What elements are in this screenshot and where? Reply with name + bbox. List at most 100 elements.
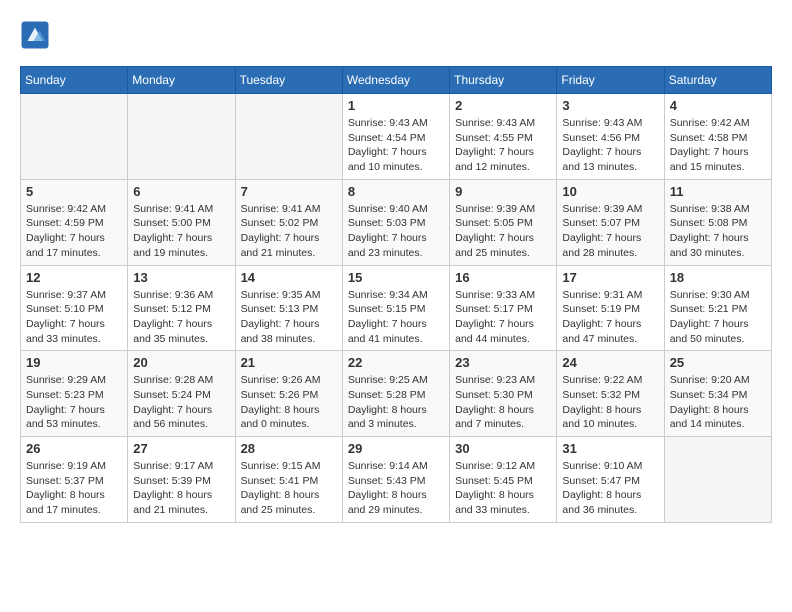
calendar-cell xyxy=(664,437,771,523)
day-info: Sunrise: 9:30 AM Sunset: 5:21 PM Dayligh… xyxy=(670,288,766,347)
calendar-cell: 21 Sunrise: 9:26 AM Sunset: 5:26 PM Dayli… xyxy=(235,351,342,437)
day-info: Sunrise: 9:20 AM Sunset: 5:34 PM Dayligh… xyxy=(670,373,766,432)
day-info: Sunrise: 9:41 AM Sunset: 5:00 PM Dayligh… xyxy=(133,202,229,261)
day-info: Sunrise: 9:43 AM Sunset: 4:54 PM Dayligh… xyxy=(348,116,444,175)
calendar-cell xyxy=(21,94,128,180)
calendar-week-row: 5 Sunrise: 9:42 AM Sunset: 4:59 PM Daylig… xyxy=(21,179,772,265)
calendar-cell: 5 Sunrise: 9:42 AM Sunset: 4:59 PM Daylig… xyxy=(21,179,128,265)
day-info: Sunrise: 9:34 AM Sunset: 5:15 PM Dayligh… xyxy=(348,288,444,347)
calendar-cell: 24 Sunrise: 9:22 AM Sunset: 5:32 PM Dayli… xyxy=(557,351,664,437)
day-info: Sunrise: 9:33 AM Sunset: 5:17 PM Dayligh… xyxy=(455,288,551,347)
calendar-cell: 15 Sunrise: 9:34 AM Sunset: 5:15 PM Dayli… xyxy=(342,265,449,351)
calendar-cell: 6Sunrise: 9:41 AM Sunset: 5:00 PM Daylig… xyxy=(128,179,235,265)
day-number: 11 xyxy=(670,184,766,199)
weekday-header-wednesday: Wednesday xyxy=(342,67,449,94)
day-info: Sunrise: 9:42 AM Sunset: 4:58 PM Dayligh… xyxy=(670,116,766,175)
day-info: Sunrise: 9:22 AM Sunset: 5:32 PM Dayligh… xyxy=(562,373,658,432)
day-info: Sunrise: 9:38 AM Sunset: 5:08 PM Dayligh… xyxy=(670,202,766,261)
weekday-header-thursday: Thursday xyxy=(450,67,557,94)
weekday-header-tuesday: Tuesday xyxy=(235,67,342,94)
calendar-cell: 17 Sunrise: 9:31 AM Sunset: 5:19 PM Dayli… xyxy=(557,265,664,351)
day-info: Sunrise: 9:23 AM Sunset: 5:30 PM Dayligh… xyxy=(455,373,551,432)
day-number: 5 xyxy=(26,184,122,199)
calendar-body: 1Sunrise: 9:43 AM Sunset: 4:54 PM Daylig… xyxy=(21,94,772,523)
day-number: 27 xyxy=(133,441,229,456)
day-number: 24 xyxy=(562,355,658,370)
day-number: 19 xyxy=(26,355,122,370)
day-number: 31 xyxy=(562,441,658,456)
weekday-header-saturday: Saturday xyxy=(664,67,771,94)
calendar-cell: 29 Sunrise: 9:14 AM Sunset: 5:43 PM Dayli… xyxy=(342,437,449,523)
day-number: 4 xyxy=(670,98,766,113)
day-number: 9 xyxy=(455,184,551,199)
day-info: Sunrise: 9:14 AM Sunset: 5:43 PM Dayligh… xyxy=(348,459,444,518)
day-info: Sunrise: 9:19 AM Sunset: 5:37 PM Dayligh… xyxy=(26,459,122,518)
day-info: Sunrise: 9:26 AM Sunset: 5:26 PM Dayligh… xyxy=(241,373,337,432)
weekday-header-row: SundayMondayTuesdayWednesdayThursdayFrid… xyxy=(21,67,772,94)
day-info: Sunrise: 9:41 AM Sunset: 5:02 PM Dayligh… xyxy=(241,202,337,261)
day-number: 26 xyxy=(26,441,122,456)
day-number: 28 xyxy=(241,441,337,456)
calendar-cell: 19Sunrise: 9:29 AM Sunset: 5:23 PM Dayli… xyxy=(21,351,128,437)
calendar-cell: 9Sunrise: 9:39 AM Sunset: 5:05 PM Daylig… xyxy=(450,179,557,265)
calendar-week-row: 1Sunrise: 9:43 AM Sunset: 4:54 PM Daylig… xyxy=(21,94,772,180)
calendar-cell: 10 Sunrise: 9:39 AM Sunset: 5:07 PM Dayli… xyxy=(557,179,664,265)
day-number: 3 xyxy=(562,98,658,113)
calendar-cell: 1Sunrise: 9:43 AM Sunset: 4:54 PM Daylig… xyxy=(342,94,449,180)
calendar-cell: 31Sunrise: 9:10 AM Sunset: 5:47 PM Dayli… xyxy=(557,437,664,523)
day-info: Sunrise: 9:42 AM Sunset: 4:59 PM Dayligh… xyxy=(26,202,122,261)
calendar-cell xyxy=(128,94,235,180)
day-info: Sunrise: 9:37 AM Sunset: 5:10 PM Dayligh… xyxy=(26,288,122,347)
day-number: 20 xyxy=(133,355,229,370)
calendar-cell: 12 Sunrise: 9:37 AM Sunset: 5:10 PM Dayli… xyxy=(21,265,128,351)
day-number: 2 xyxy=(455,98,551,113)
day-info: Sunrise: 9:43 AM Sunset: 4:56 PM Dayligh… xyxy=(562,116,658,175)
weekday-header-sunday: Sunday xyxy=(21,67,128,94)
day-number: 8 xyxy=(348,184,444,199)
day-info: Sunrise: 9:17 AM Sunset: 5:39 PM Dayligh… xyxy=(133,459,229,518)
calendar-cell: 3 Sunrise: 9:43 AM Sunset: 4:56 PM Daylig… xyxy=(557,94,664,180)
day-number: 30 xyxy=(455,441,551,456)
calendar-week-row: 12 Sunrise: 9:37 AM Sunset: 5:10 PM Dayli… xyxy=(21,265,772,351)
page-header xyxy=(20,20,772,50)
logo-icon xyxy=(20,20,50,50)
calendar-cell xyxy=(235,94,342,180)
day-info: Sunrise: 9:15 AM Sunset: 5:41 PM Dayligh… xyxy=(241,459,337,518)
day-info: Sunrise: 9:43 AM Sunset: 4:55 PM Dayligh… xyxy=(455,116,551,175)
day-number: 17 xyxy=(562,270,658,285)
day-info: Sunrise: 9:31 AM Sunset: 5:19 PM Dayligh… xyxy=(562,288,658,347)
day-info: Sunrise: 9:35 AM Sunset: 5:13 PM Dayligh… xyxy=(241,288,337,347)
calendar-cell: 30 Sunrise: 9:12 AM Sunset: 5:45 PM Dayli… xyxy=(450,437,557,523)
calendar-header: SundayMondayTuesdayWednesdayThursdayFrid… xyxy=(21,67,772,94)
calendar-cell: 25 Sunrise: 9:20 AM Sunset: 5:34 PM Dayli… xyxy=(664,351,771,437)
calendar-cell: 23 Sunrise: 9:23 AM Sunset: 5:30 PM Dayli… xyxy=(450,351,557,437)
day-number: 29 xyxy=(348,441,444,456)
calendar-cell: 4 Sunrise: 9:42 AM Sunset: 4:58 PM Daylig… xyxy=(664,94,771,180)
day-number: 16 xyxy=(455,270,551,285)
day-info: Sunrise: 9:12 AM Sunset: 5:45 PM Dayligh… xyxy=(455,459,551,518)
calendar-cell: 27 Sunrise: 9:17 AM Sunset: 5:39 PM Dayli… xyxy=(128,437,235,523)
calendar-cell: 22 Sunrise: 9:25 AM Sunset: 5:28 PM Dayli… xyxy=(342,351,449,437)
calendar-week-row: 26 Sunrise: 9:19 AM Sunset: 5:37 PM Dayli… xyxy=(21,437,772,523)
day-number: 22 xyxy=(348,355,444,370)
day-info: Sunrise: 9:28 AM Sunset: 5:24 PM Dayligh… xyxy=(133,373,229,432)
day-info: Sunrise: 9:39 AM Sunset: 5:07 PM Dayligh… xyxy=(562,202,658,261)
weekday-header-friday: Friday xyxy=(557,67,664,94)
calendar-cell: 13Sunrise: 9:36 AM Sunset: 5:12 PM Dayli… xyxy=(128,265,235,351)
calendar-cell: 18 Sunrise: 9:30 AM Sunset: 5:21 PM Dayli… xyxy=(664,265,771,351)
calendar-cell: 26 Sunrise: 9:19 AM Sunset: 5:37 PM Dayli… xyxy=(21,437,128,523)
day-number: 18 xyxy=(670,270,766,285)
day-number: 21 xyxy=(241,355,337,370)
calendar-cell: 28 Sunrise: 9:15 AM Sunset: 5:41 PM Dayli… xyxy=(235,437,342,523)
day-number: 15 xyxy=(348,270,444,285)
day-number: 12 xyxy=(26,270,122,285)
day-number: 14 xyxy=(241,270,337,285)
day-info: Sunrise: 9:25 AM Sunset: 5:28 PM Dayligh… xyxy=(348,373,444,432)
calendar-cell: 7Sunrise: 9:41 AM Sunset: 5:02 PM Daylig… xyxy=(235,179,342,265)
day-number: 25 xyxy=(670,355,766,370)
calendar-cell: 20 Sunrise: 9:28 AM Sunset: 5:24 PM Dayli… xyxy=(128,351,235,437)
day-number: 23 xyxy=(455,355,551,370)
calendar-cell: 8Sunrise: 9:40 AM Sunset: 5:03 PM Daylig… xyxy=(342,179,449,265)
day-number: 10 xyxy=(562,184,658,199)
day-info: Sunrise: 9:36 AM Sunset: 5:12 PM Dayligh… xyxy=(133,288,229,347)
